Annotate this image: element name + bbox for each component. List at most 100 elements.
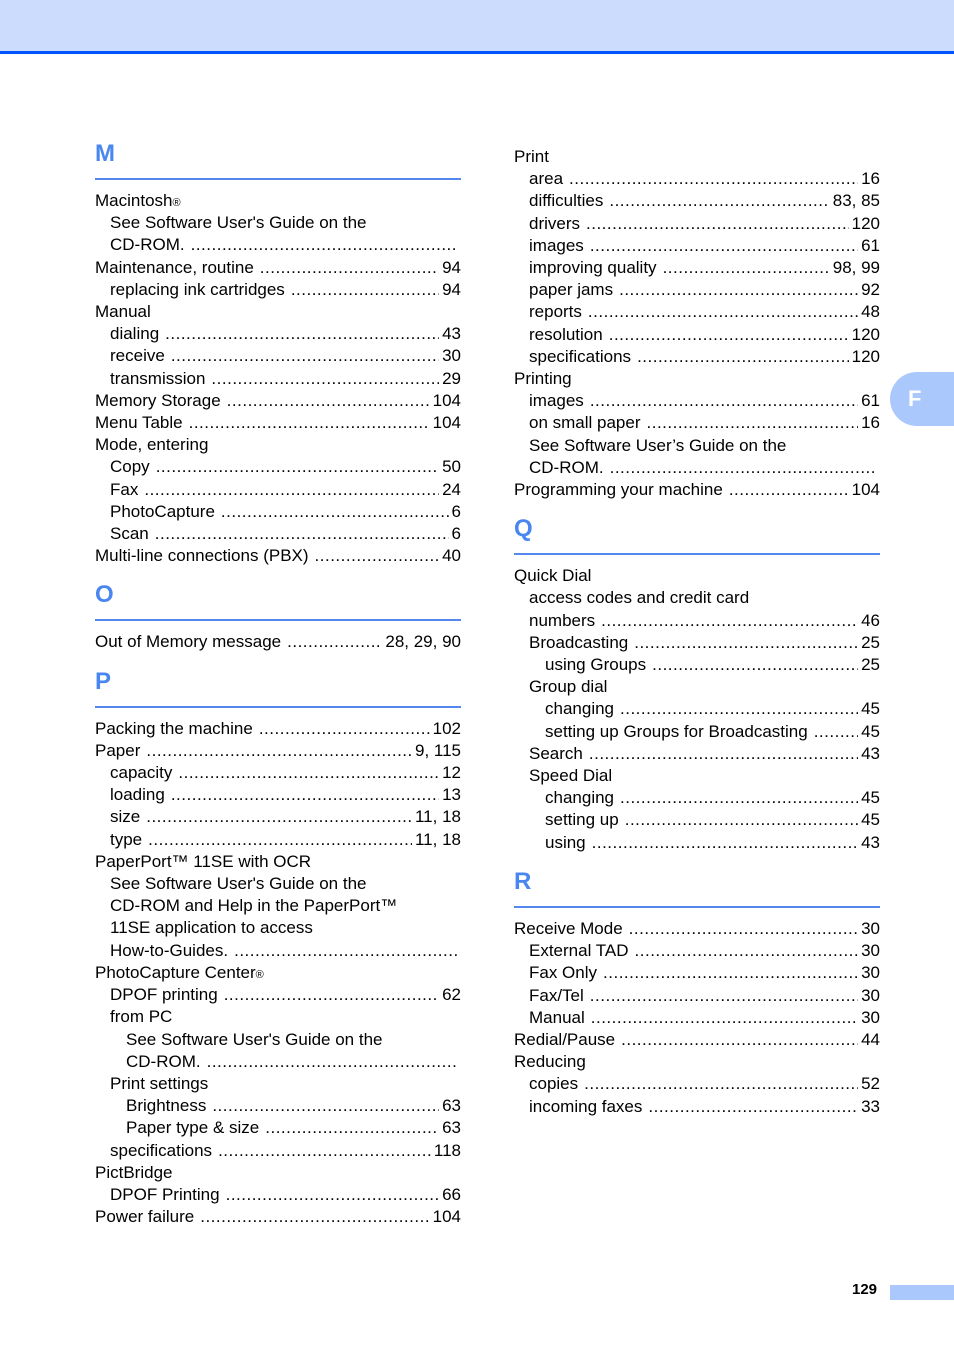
index-entry-page[interactable]: 30 <box>861 940 880 962</box>
index-entry-page[interactable]: 6 <box>452 501 461 523</box>
index-entry-page[interactable]: 104 <box>852 479 880 501</box>
index-entry-page[interactable]: 45 <box>861 809 880 831</box>
index-entry-label: changing <box>545 788 615 808</box>
index-entry-page[interactable]: 29 <box>442 368 461 390</box>
index-entry: improving quality 98, 99 <box>514 257 880 279</box>
index-entry-page[interactable]: 30 <box>861 962 880 984</box>
section-o-entries: Out of Memory message 28, 29, 90 <box>95 631 461 653</box>
index-entry-page[interactable]: 61 <box>861 390 880 412</box>
dot-leader <box>584 1073 858 1095</box>
index-entry-page[interactable]: 43 <box>861 832 880 854</box>
dot-leader <box>610 457 877 479</box>
index-entry: Packing the machine 102 <box>95 718 461 740</box>
index-entry-page[interactable]: 66 <box>442 1184 461 1206</box>
index-entry-page[interactable]: 45 <box>861 787 880 809</box>
index-entry-page[interactable]: 28, 29, 90 <box>385 631 461 653</box>
index-entry-page[interactable]: 120 <box>852 213 880 235</box>
dot-leader <box>156 456 439 478</box>
index-entry-page[interactable]: 120 <box>852 324 880 346</box>
dot-leader <box>227 390 430 412</box>
index-entry: Macintosh ® <box>95 190 461 212</box>
index-entry-page[interactable]: 12 <box>442 762 461 784</box>
dot-leader <box>647 412 859 434</box>
index-entry-page[interactable]: 104 <box>433 390 461 412</box>
index-entry-page[interactable]: 30 <box>442 345 461 367</box>
dot-leader <box>729 479 849 501</box>
index-entry-page[interactable]: 45 <box>861 721 880 743</box>
index-entry: loading 13 <box>95 784 461 806</box>
index-entry-label: Mode, entering <box>95 435 209 455</box>
index-entry-page[interactable]: 33 <box>861 1096 880 1118</box>
index-entry: Copy 50 <box>95 456 461 478</box>
index-entry-page[interactable]: 30 <box>861 985 880 1007</box>
index-entry-label: Paper <box>95 740 141 760</box>
index-entry: difficulties 83, 85 <box>514 190 880 212</box>
index-entry-page[interactable]: 98, 99 <box>833 257 880 279</box>
index-entry-label: difficulties <box>529 191 604 211</box>
index-entry-page[interactable]: 63 <box>442 1095 461 1117</box>
dot-leader <box>588 301 858 323</box>
dot-leader <box>589 743 858 765</box>
index-entry-page[interactable]: 92 <box>861 279 880 301</box>
dot-leader <box>148 829 412 851</box>
index-entry-page[interactable]: 25 <box>861 632 880 654</box>
index-entry-page[interactable]: 43 <box>861 743 880 765</box>
index-entry-page[interactable]: 50 <box>442 456 461 478</box>
index-entry-page[interactable]: 30 <box>861 1007 880 1029</box>
index-entry-page[interactable]: 44 <box>861 1029 880 1051</box>
dot-leader <box>620 698 858 720</box>
index-entry-page[interactable]: 40 <box>442 545 461 567</box>
index-entry-label: See Software User's Guide on the <box>110 213 367 233</box>
index-entry-page[interactable]: 45 <box>861 698 880 720</box>
index-entry-page[interactable]: 46 <box>861 610 880 632</box>
index-entry: drivers 120 <box>514 213 880 235</box>
index-entry: type 11, 18 <box>95 829 461 851</box>
index-entry-page[interactable]: 11, 18 <box>415 806 461 828</box>
index-entry-page[interactable]: 9, 115 <box>415 740 461 762</box>
section-m-entries: Macintosh ® See Software User's Guide on t… <box>95 190 461 567</box>
index-entry-label: CD-ROM. <box>126 1051 201 1071</box>
index-entry: DPOF Printing 66 <box>95 1184 461 1206</box>
section-p-entries: Packing the machine102Paper 9, 115 capacit… <box>95 718 461 1229</box>
index-entry-page[interactable]: 83, 85 <box>833 190 880 212</box>
index-entry-page[interactable]: 25 <box>861 654 880 676</box>
index-entry-label: Out of Memory message <box>95 632 282 652</box>
index-entry-page[interactable]: 13 <box>442 784 461 806</box>
index-entry-page[interactable]: 63 <box>442 1117 461 1139</box>
chapter-tab[interactable]: F <box>890 372 954 426</box>
index-entry-page[interactable]: 6 <box>452 523 461 545</box>
dot-leader <box>634 632 858 654</box>
index-entry-page[interactable]: 16 <box>861 168 880 190</box>
index-entry-page[interactable]: 43 <box>442 323 461 345</box>
index-entry-page[interactable]: 62 <box>442 984 461 1006</box>
index-entry-page[interactable]: 61 <box>861 235 880 257</box>
page-number: 129 <box>852 1281 878 1298</box>
index-entry: Quick Dial <box>514 565 880 587</box>
index-entry-page[interactable]: 104 <box>433 1206 461 1228</box>
index-entry-page[interactable]: 104 <box>433 412 461 434</box>
index-entry: from PC <box>95 1006 461 1028</box>
index-entry: Multi-line connections (PBX) 40 <box>95 545 461 567</box>
index-entry-label: Fax/Tel <box>529 985 584 1005</box>
index-entry-label: specifications <box>110 1140 213 1160</box>
index-entry: replacing ink cartridges 94 <box>95 279 461 301</box>
index-entry-page[interactable]: 118 <box>434 1140 461 1162</box>
index-entry-page[interactable]: 94 <box>442 279 461 301</box>
index-entry-label: type <box>110 829 143 849</box>
index-entry-page[interactable]: 102 <box>433 718 461 740</box>
index-entry-page[interactable]: 16 <box>861 412 880 434</box>
index-entry-label: capacity <box>110 763 173 783</box>
index-entry-label: Redial/Pause <box>514 1029 616 1049</box>
index-entry-page[interactable]: 52 <box>861 1073 880 1095</box>
index-entry-label: specifications <box>529 346 632 366</box>
index-entry-label: Paper type & size <box>126 1118 260 1138</box>
index-entry-page[interactable]: 24 <box>442 479 461 501</box>
index-entry: Paper 9, 115 <box>95 740 461 762</box>
index-entry-label: Print <box>514 147 549 166</box>
index-entry-page[interactable]: 11, 18 <box>415 829 461 851</box>
index-entry-page[interactable]: 30 <box>861 918 880 940</box>
index-entry-page[interactable]: 94 <box>442 257 461 279</box>
index-entry-page[interactable]: 120 <box>852 346 880 368</box>
section-q-entries: Quick Dial access codes and credit card nu… <box>514 565 880 854</box>
index-entry-page[interactable]: 48 <box>861 301 880 323</box>
